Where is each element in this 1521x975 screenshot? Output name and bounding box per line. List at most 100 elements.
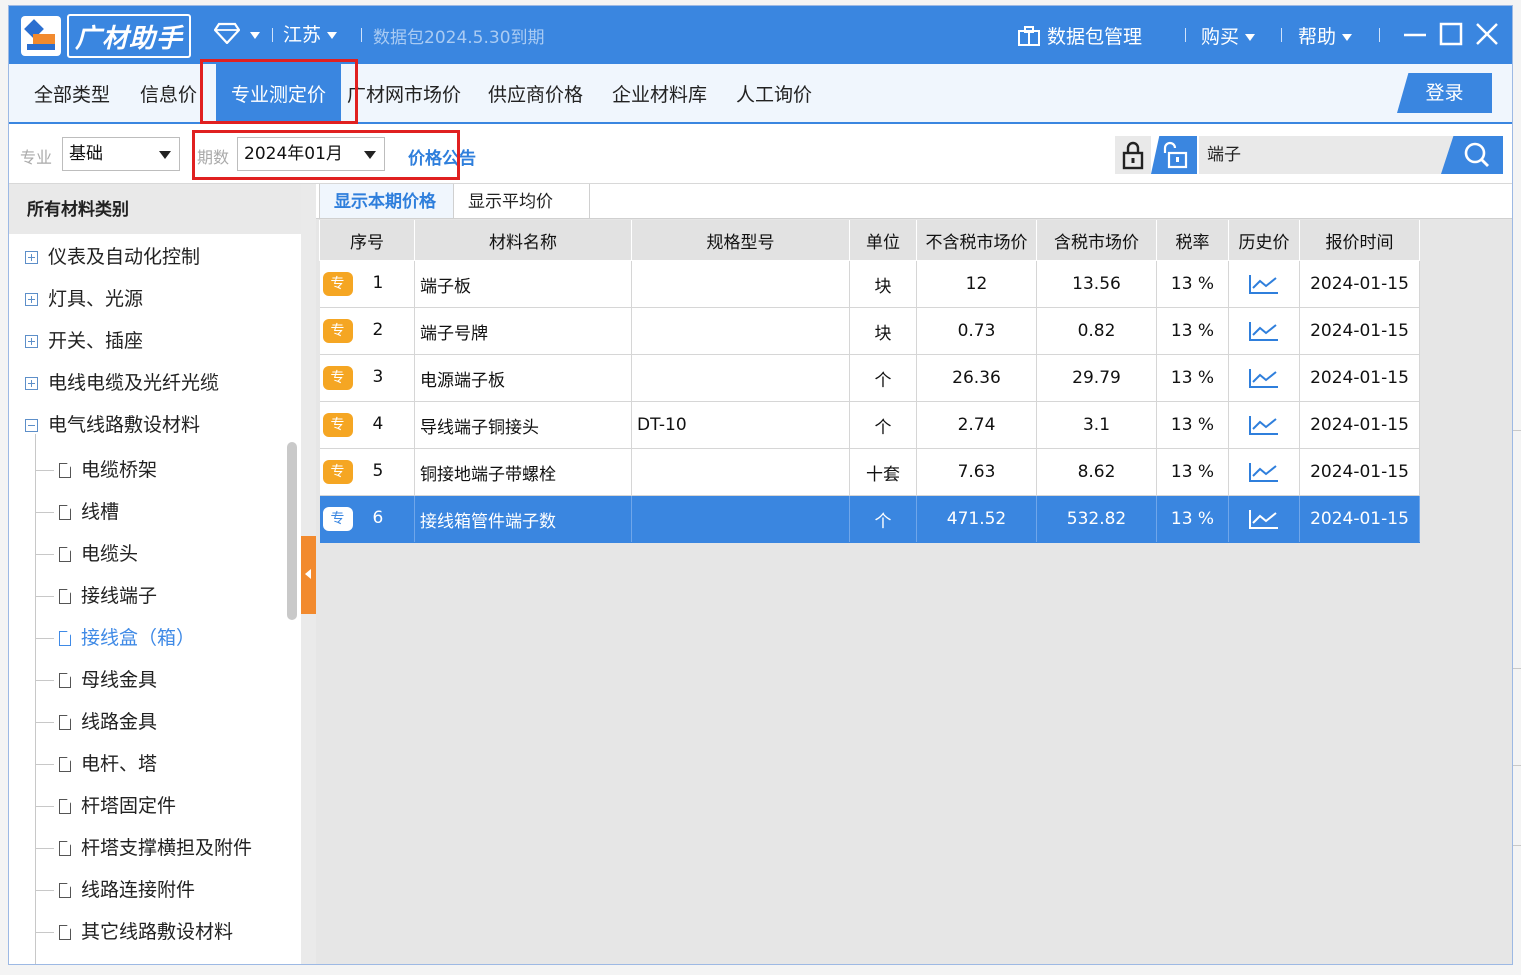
tree-leaf-busbar-fittings[interactable]: 母线金具 [59,665,157,695]
vip-dropdown-caret[interactable] [244,24,260,46]
tree-leaf-tower-fixings[interactable]: 杆塔固定件 [59,791,176,821]
trend-chart-icon[interactable] [1248,461,1280,483]
table-row[interactable]: 专 6 接线箱管件端子数 个 471.52 532.82 13 % 2024-0… [319,495,1420,543]
unit: 块 [849,307,917,355]
price-in-tax: 0.82 [1036,307,1157,355]
column-header-name[interactable]: 材料名称 [414,220,632,261]
expand-icon[interactable] [25,251,38,264]
tree-leaf-line-connectors[interactable]: 线路连接附件 [59,875,195,905]
close-icon[interactable] [1473,20,1501,48]
tree-leaf-cable-tray[interactable]: 电缆桥架 [59,455,157,485]
unlock-button[interactable] [1151,136,1197,174]
table-row[interactable]: 专 2 端子号牌 块 0.73 0.82 13 % 2024-01-15 [319,307,1420,355]
material-name: 接线箱管件端子数 [414,495,632,543]
maximize-icon[interactable] [1437,20,1465,48]
region-selector[interactable]: 江苏 [283,20,338,47]
tree-leaf-trunking[interactable]: 线槽 [59,497,119,527]
tree-node-switches[interactable]: 开关、插座 [25,326,143,356]
category-tree-panel: 所有材料类别 仪表及自动化控制 灯具、光源 开关、插座 电线电缆及光纤光缆 电气… [9,184,301,964]
document-icon [59,673,71,688]
period-select[interactable]: 2024年01月 [237,137,385,171]
briefcase-icon [1018,25,1040,46]
column-header-unit[interactable]: 单位 [849,220,917,261]
spec-model [631,495,850,543]
history-price-cell[interactable] [1228,260,1300,308]
tab-enterprise-library[interactable]: 企业材料库 [612,64,707,122]
filter-bar: 专业 基础 期数 2024年01月 价格公告 端子 [9,124,1512,184]
document-icon [59,463,71,478]
table-row[interactable]: 专 5 铜接地端子带螺栓 十套 7.63 8.62 13 % 2024-01-1… [319,448,1420,496]
help-menu[interactable]: 帮助 [1298,22,1353,49]
history-price-cell[interactable] [1228,307,1300,355]
background-divider [1512,845,1521,846]
table-row[interactable]: 专 1 端子板 块 12 13.56 13 % 2024-01-15 [319,260,1420,308]
vip-diamond-icon[interactable] [214,22,240,44]
tree-node-instrumentation[interactable]: 仪表及自动化控制 [25,242,200,272]
lock-button[interactable] [1115,136,1151,174]
price-in-tax: 532.82 [1036,495,1157,543]
tab-market-price[interactable]: 广材网市场价 [347,64,461,122]
tree-guide-line [35,434,36,964]
trend-chart-icon[interactable] [1248,414,1280,436]
tree-leaf-other-wiring[interactable]: 其它线路敷设材料 [59,917,233,947]
collapse-icon[interactable] [25,419,38,432]
tab-info-price[interactable]: 信息价 [140,64,197,122]
price-in-tax: 29.79 [1036,354,1157,402]
price-notice-link[interactable]: 价格公告 [408,144,476,169]
category-tabs: 全部类型 信息价 专业测定价 广材网市场价 供应商价格 企业材料库 人工询价 登… [9,64,1512,124]
tab-current-price[interactable]: 显示本期价格 [319,184,454,218]
tree-leaf-poles-towers[interactable]: 电杆、塔 [59,749,157,779]
tab-average-price[interactable]: 显示平均价 [454,184,590,218]
expand-icon[interactable] [25,293,38,306]
tree-scrollbar[interactable] [287,442,297,620]
document-icon [59,505,71,520]
specialty-select[interactable]: 基础 [62,137,180,171]
expand-icon[interactable] [25,377,38,390]
column-header-price-ex-tax[interactable]: 不含税市场价 [916,220,1037,261]
tab-professional-price[interactable]: 专业测定价 [216,64,341,122]
tab-supplier-price[interactable]: 供应商价格 [488,64,583,122]
login-button[interactable]: 登录 [1397,73,1492,113]
buy-menu[interactable]: 购买 [1201,22,1256,49]
collapse-panel-handle[interactable] [301,536,316,614]
column-header-tax-rate[interactable]: 税率 [1156,220,1229,261]
trend-chart-icon[interactable] [1248,273,1280,295]
document-icon [59,589,71,604]
tab-manual-inquiry[interactable]: 人工询价 [736,64,812,122]
professional-badge: 专 [322,366,353,390]
column-header-price-in-tax[interactable]: 含税市场价 [1036,220,1157,261]
history-price-cell[interactable] [1228,401,1300,449]
tree-leaf-junction-box[interactable]: 接线盒（箱） [59,623,195,653]
tree-leaf-cable-head[interactable]: 电缆头 [59,539,138,569]
tax-rate: 13 % [1156,307,1229,355]
tree-node-cables[interactable]: 电线电缆及光纤光缆 [25,368,219,398]
tree-leaf-terminals[interactable]: 接线端子 [59,581,157,611]
material-name: 导线端子铜接头 [414,401,632,449]
tree-leaf-line-fittings[interactable]: 线路金具 [59,707,157,737]
table-row[interactable]: 专 3 电源端子板 个 26.36 29.79 13 % 2024-01-15 [319,354,1420,402]
column-header-no[interactable]: 序号 [319,220,415,261]
minimize-icon[interactable] [1401,20,1429,48]
tree-leaf-crossarm-accessories[interactable]: 杆塔支撑横担及附件 [59,833,252,863]
trend-chart-icon[interactable] [1248,508,1280,530]
history-price-cell[interactable] [1228,354,1300,402]
package-manage-button[interactable]: 数据包管理 [1017,22,1142,49]
history-price-cell[interactable] [1228,448,1300,496]
app-logo[interactable]: 广材助手 [21,14,192,58]
separator [1185,28,1186,42]
tree-node-lighting[interactable]: 灯具、光源 [25,284,143,314]
column-header-spec[interactable]: 规格型号 [631,220,850,261]
history-price-cell[interactable] [1228,495,1300,543]
tab-all-types[interactable]: 全部类型 [34,64,110,122]
table-row[interactable]: 专 4 导线端子铜接头 DT-10 个 2.74 3.1 13 % 2024-0… [319,401,1420,449]
trend-chart-icon[interactable] [1248,367,1280,389]
trend-chart-icon[interactable] [1248,320,1280,342]
search-input[interactable]: 端子 [1199,136,1459,174]
taskbar-strip [0,965,1521,975]
tree-node-wiring-materials[interactable]: 电气线路敷设材料 [25,410,200,440]
column-header-quote-date[interactable]: 报价时间 [1299,220,1420,261]
expand-icon[interactable] [25,335,38,348]
column-header-history[interactable]: 历史价 [1228,220,1300,261]
chevron-down-icon [1342,34,1353,41]
logo-mark-icon [21,16,61,56]
